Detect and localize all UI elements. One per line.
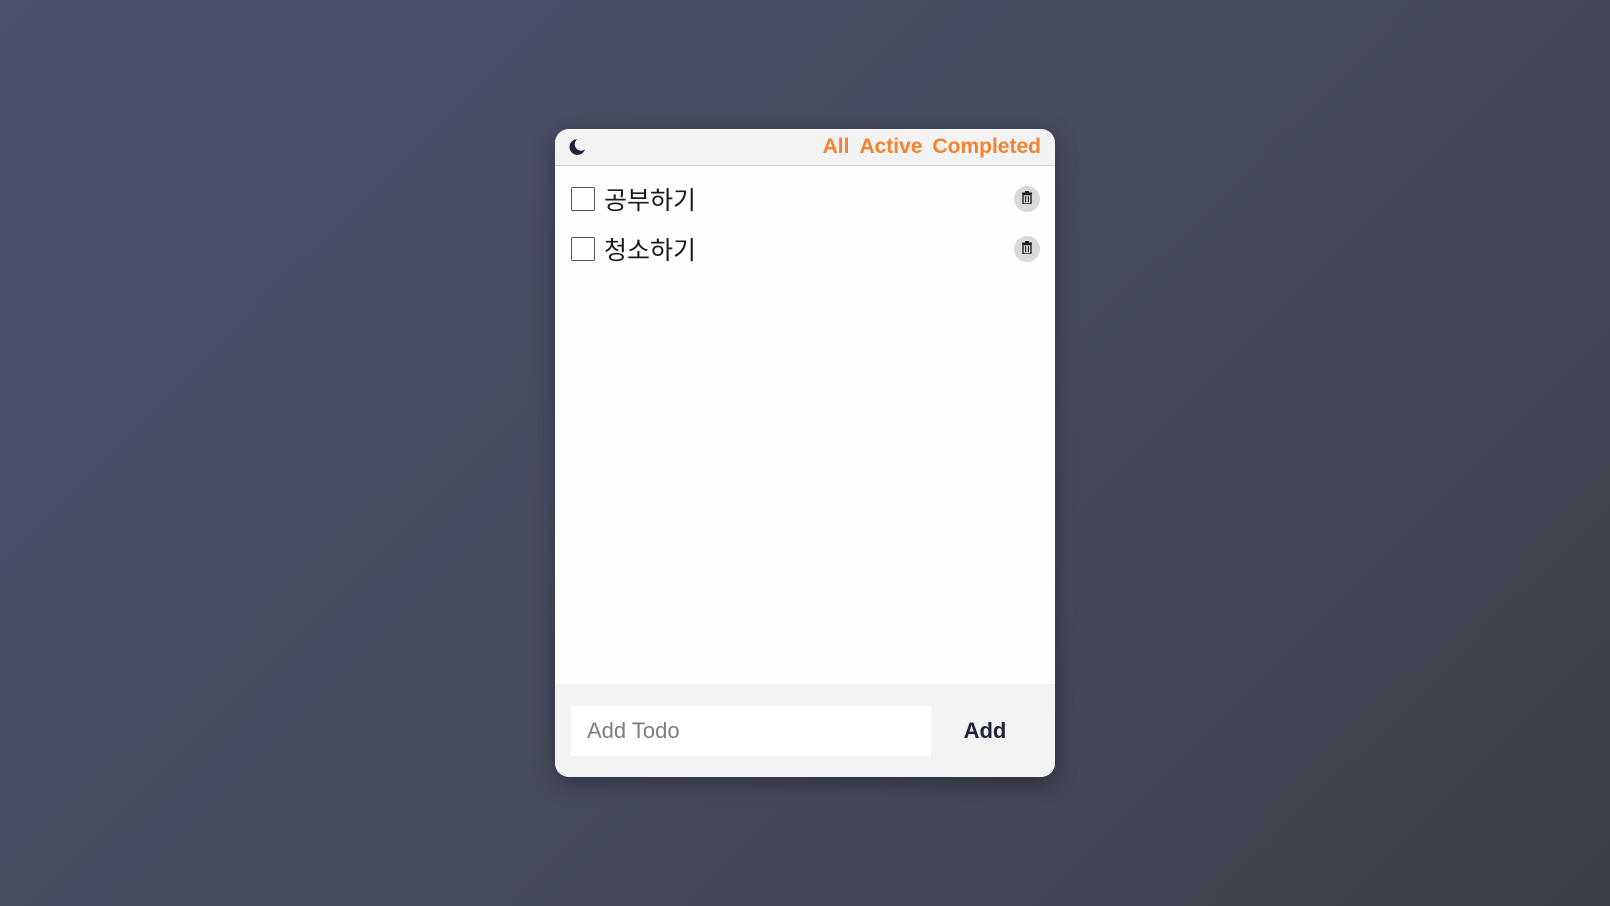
todo-app: All Active Completed 공부하기 청소하기 Add Todo … [555, 129, 1055, 777]
todo-item: 청소하기 [571, 224, 1040, 274]
add-todo-input[interactable] [571, 705, 931, 756]
delete-todo-button[interactable] [1014, 236, 1040, 262]
moon-icon [567, 137, 587, 160]
add-todo-form: Add [555, 684, 1055, 777]
trash-icon [1021, 191, 1033, 207]
filter-active-button[interactable]: Active [859, 135, 922, 159]
filter-completed-button[interactable]: Completed [932, 135, 1041, 159]
filter-all-button[interactable]: All [823, 135, 850, 159]
trash-icon [1021, 241, 1033, 257]
todo-list: 공부하기 청소하기 [555, 166, 1055, 684]
todo-item: 공부하기 [571, 174, 1040, 224]
todo-checkbox[interactable] [571, 237, 595, 261]
filter-nav: All Active Completed [823, 135, 1041, 159]
todo-text: 공부하기 [604, 186, 697, 215]
delete-todo-button[interactable] [1014, 186, 1040, 212]
add-button[interactable]: Add [931, 718, 1039, 744]
app-header: All Active Completed [555, 129, 1055, 166]
todo-text: 청소하기 [604, 236, 697, 265]
dark-mode-toggle-button[interactable] [565, 137, 589, 161]
todo-checkbox[interactable] [571, 187, 595, 211]
